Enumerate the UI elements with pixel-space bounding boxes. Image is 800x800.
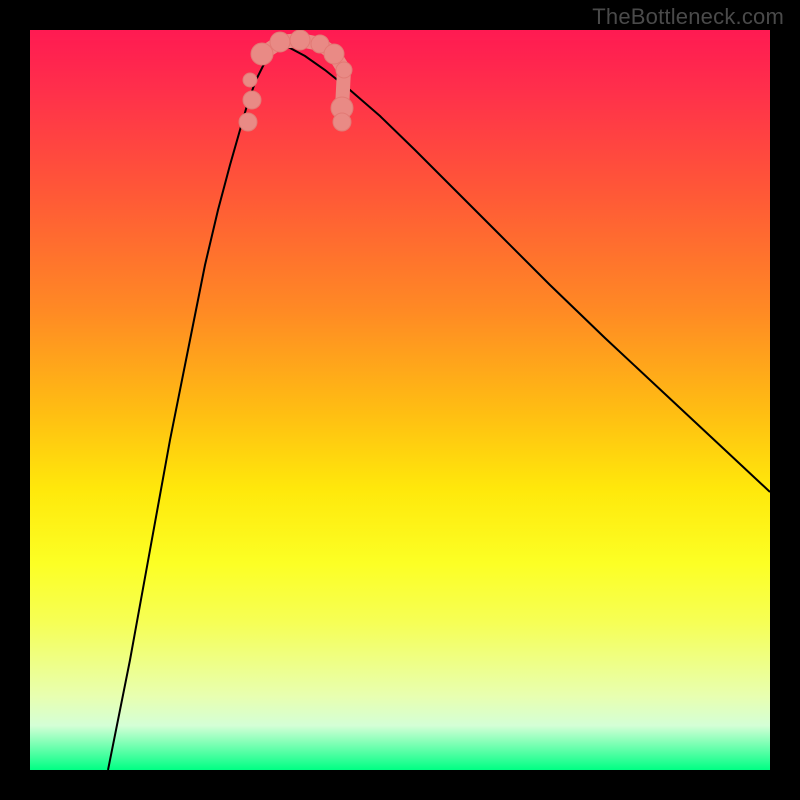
watermark-text: TheBottleneck.com [592,4,784,30]
plot-area [30,30,770,770]
curve-left-branch [108,44,278,770]
scatter-dot [243,73,257,87]
scatter-cluster [239,30,353,131]
scatter-dot [270,32,290,52]
scatter-dot [243,91,261,109]
scatter-dot [336,62,352,78]
scatter-dot [324,44,344,64]
chart-frame: TheBottleneck.com [0,0,800,800]
scatter-dot [333,113,351,131]
chart-svg [30,30,770,770]
scatter-dot [251,43,273,65]
scatter-dot [290,30,310,50]
scatter-dot [239,113,257,131]
